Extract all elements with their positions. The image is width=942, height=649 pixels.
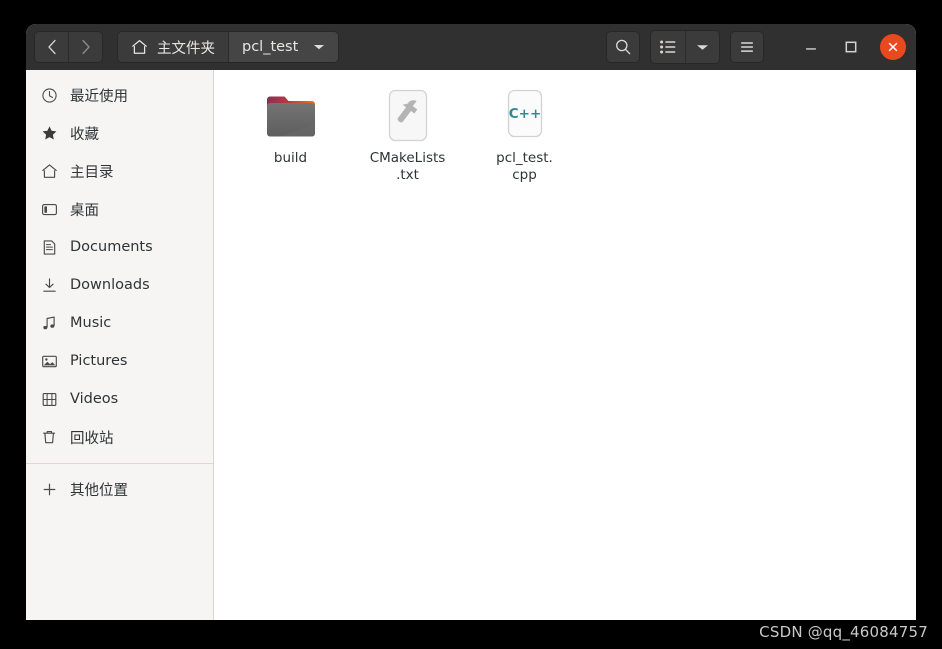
file-label-line1: pcl_test. [496, 150, 553, 166]
star-icon [40, 124, 58, 142]
screenshot-root: 主文件夹 pcl_test 最近使用 收藏 主目录 桌面 Documents D… [0, 0, 942, 649]
close-button[interactable] [880, 34, 906, 60]
folder-icon [263, 88, 319, 144]
sidebar-label-desktop: 桌面 [70, 202, 99, 219]
sidebar-label-recent: 最近使用 [70, 88, 128, 105]
minimize-button[interactable] [796, 32, 826, 62]
chevron-down-icon [697, 44, 708, 50]
search-icon [616, 39, 631, 55]
file-label-line1: CMakeLists [369, 150, 446, 166]
sidebar-divider [26, 463, 213, 464]
header-bar: 主文件夹 pcl_test [26, 24, 916, 70]
file-label-build: build [274, 150, 307, 167]
list-view-button[interactable] [651, 31, 685, 63]
chevron-right-icon [81, 39, 90, 55]
sidebar: 最近使用 收藏 主目录 桌面 Documents Downloads Music… [26, 70, 214, 620]
home-icon [40, 162, 58, 180]
file-item-cmakelists[interactable]: CMakeLists .txt [349, 84, 466, 184]
file-label-cmakelists: CMakeLists .txt [370, 150, 446, 184]
sidebar-item-downloads[interactable]: Downloads [26, 266, 213, 304]
sidebar-label-downloads: Downloads [70, 277, 150, 293]
hammer-file-icon [380, 88, 436, 144]
home-icon [132, 39, 147, 54]
sidebar-item-music[interactable]: Music [26, 304, 213, 342]
breadcrumb-item-current[interactable]: pcl_test [228, 32, 339, 62]
desktop-icon [40, 200, 58, 218]
header-right-group [606, 30, 908, 64]
breadcrumb-label-current: pcl_test [242, 39, 299, 55]
breadcrumb-label-home: 主文件夹 [157, 40, 215, 57]
file-item-build[interactable]: build [232, 84, 349, 184]
file-item-pcl-test-cpp[interactable]: C++ pcl_test. cpp [466, 84, 583, 184]
sidebar-item-trash[interactable]: 回收站 [26, 418, 213, 456]
maximize-icon [845, 41, 857, 53]
file-label-line1: build [273, 150, 308, 166]
header-left-group: 主文件夹 pcl_test [34, 31, 340, 63]
sidebar-label-music: Music [70, 315, 112, 331]
document-icon [40, 238, 58, 256]
search-button[interactable] [606, 31, 640, 63]
sidebar-label-documents: Documents [70, 239, 153, 255]
sidebar-item-starred[interactable]: 收藏 [26, 114, 213, 152]
navigation-buttons [34, 31, 103, 63]
window-body: 最近使用 收藏 主目录 桌面 Documents Downloads Music… [26, 70, 916, 620]
list-view-icon [660, 40, 676, 54]
hamburger-menu-icon [741, 42, 753, 52]
sidebar-item-desktop[interactable]: 桌面 [26, 190, 213, 228]
trash-icon [40, 428, 58, 446]
sidebar-item-videos[interactable]: Videos [26, 380, 213, 418]
file-grid: build CMakeLists .txt C++ pcl_test. cpp [232, 84, 916, 184]
csdn-watermark: CSDN @qq_46084757 [759, 623, 928, 641]
download-icon [40, 276, 58, 294]
close-icon [888, 42, 898, 52]
sidebar-item-home[interactable]: 主目录 [26, 152, 213, 190]
breadcrumb-item-home[interactable]: 主文件夹 [118, 32, 228, 62]
sidebar-label-starred: 收藏 [70, 126, 99, 143]
view-options-dropdown-button[interactable] [685, 31, 719, 63]
minimize-icon [806, 48, 816, 50]
sidebar-item-documents[interactable]: Documents [26, 228, 213, 266]
video-film-icon [40, 390, 58, 408]
sidebar-label-home: 主目录 [70, 164, 114, 181]
chevron-down-icon [313, 39, 325, 55]
sidebar-item-recent[interactable]: 最近使用 [26, 76, 213, 114]
picture-icon [40, 352, 58, 370]
cpp-badge-text: C++ [508, 106, 541, 122]
view-mode-group [650, 30, 720, 64]
clock-icon [40, 86, 58, 104]
maximize-button[interactable] [836, 32, 866, 62]
file-label-line2: cpp [512, 167, 537, 183]
sidebar-label-trash: 回收站 [70, 430, 114, 447]
forward-button[interactable] [68, 32, 102, 62]
sidebar-label-videos: Videos [70, 391, 119, 407]
sidebar-label-other-locations: 其他位置 [70, 482, 128, 499]
breadcrumb: 主文件夹 pcl_test [117, 31, 340, 63]
plus-icon [40, 480, 58, 498]
file-label-line2: .txt [396, 167, 419, 183]
main-menu-button[interactable] [730, 31, 764, 63]
sidebar-item-other-locations[interactable]: 其他位置 [26, 470, 213, 508]
sidebar-label-pictures: Pictures [70, 353, 128, 369]
back-button[interactable] [35, 32, 68, 62]
file-label-pcl-test-cpp: pcl_test. cpp [496, 150, 553, 184]
file-manager-window: 主文件夹 pcl_test 最近使用 收藏 主目录 桌面 Documents D… [26, 24, 916, 620]
file-grid-area[interactable]: build CMakeLists .txt C++ pcl_test. cpp [214, 70, 916, 620]
cpp-file-icon: C++ [497, 88, 553, 144]
sidebar-item-pictures[interactable]: Pictures [26, 342, 213, 380]
music-note-icon [40, 314, 58, 332]
chevron-left-icon [47, 39, 56, 55]
